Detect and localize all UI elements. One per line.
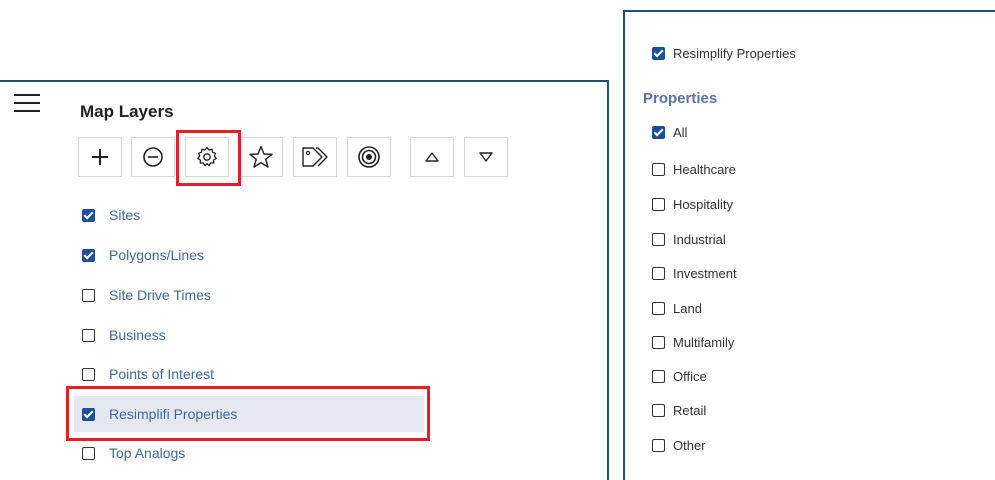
property-checkbox[interactable] [652,301,665,315]
layer-checkbox[interactable] [82,446,95,460]
layer-checkbox[interactable] [82,288,95,302]
move-layer-down-button[interactable] [464,137,508,177]
layer-row[interactable]: Site Drive Times [82,280,211,310]
property-checkbox[interactable] [652,369,665,383]
property-option[interactable]: Multifamily [652,332,734,352]
property-option[interactable]: Land [652,298,702,318]
property-checkbox[interactable] [652,232,665,246]
add-layer-button[interactable] [78,137,122,177]
properties-heading: Properties [643,90,718,107]
resimplify-properties-toggle[interactable]: Resimplify Properties [652,43,796,63]
layer-label: Site Drive Times [109,287,211,303]
property-checkbox[interactable] [652,125,665,139]
property-option[interactable]: Retail [652,400,706,420]
triangle-down-icon [479,152,493,162]
layer-row[interactable]: Polygons/Lines [82,240,204,270]
property-label: Hospitality [673,196,733,212]
layer-label: Sites [109,207,141,223]
target-button[interactable] [347,137,391,177]
tags-icon [302,147,328,167]
star-icon [249,145,273,168]
property-checkbox[interactable] [652,335,665,349]
layer-checkbox[interactable] [82,367,95,381]
move-layer-up-button[interactable] [410,137,454,177]
tags-button[interactable] [293,137,337,177]
property-label: Healthcare [673,161,736,177]
gear-icon [197,146,217,167]
property-label: Retail [673,402,707,418]
property-option[interactable]: Other [652,435,706,455]
layer-label: Top Analogs [109,445,186,461]
remove-layer-button[interactable] [131,137,175,177]
layer-row[interactable]: Top Analogs [82,438,185,468]
property-label: Industrial [673,231,726,247]
property-option[interactable]: Office [652,366,707,386]
layer-checkbox[interactable] [82,328,95,342]
properties-panel: Resimplify Properties Properties All Hea… [623,10,995,480]
property-label: Investment [673,265,737,281]
layer-checkbox[interactable] [82,208,95,222]
layer-settings-button[interactable] [185,137,229,177]
map-layers-panel: Map Layers Sites Polygons/Lines Site Dri… [0,80,609,480]
property-option[interactable]: Healthcare [652,159,736,179]
property-option[interactable]: Industrial [652,229,726,249]
layer-label: Business [109,327,166,343]
property-label: All [673,124,688,140]
property-label: Land [673,300,702,316]
triangle-up-icon [425,152,439,162]
panel-title: Map Layers [80,102,174,121]
property-checkbox[interactable] [652,438,665,452]
layer-label: Resimplifi Properties [109,406,238,422]
menu-icon[interactable] [14,94,40,114]
property-checkbox[interactable] [652,162,665,176]
plus-icon [92,149,108,165]
layer-row[interactable]: Business [82,320,166,350]
property-checkbox[interactable] [652,197,665,211]
layer-row[interactable]: Points of Interest [82,359,214,389]
layer-checkbox[interactable] [82,248,95,262]
property-label: Other [673,437,706,453]
toggle-label: Resimplify Properties [673,45,796,61]
property-option[interactable]: Investment [652,263,737,283]
minus-circle-icon [143,147,163,167]
layer-checkbox[interactable] [82,407,95,421]
property-checkbox[interactable] [652,266,665,280]
property-checkbox[interactable] [652,403,665,417]
property-label: Office [673,368,707,384]
property-option[interactable]: Hospitality [652,194,733,214]
toggle-checkbox[interactable] [652,46,665,60]
layer-row-resimplifi-properties[interactable]: Resimplifi Properties [82,399,237,429]
property-option[interactable]: All [652,122,687,142]
property-label: Multifamily [673,334,735,350]
layer-row[interactable]: Sites [82,200,140,230]
layer-label: Polygons/Lines [109,247,204,263]
target-icon [358,146,380,168]
favorite-button[interactable] [239,137,283,177]
layer-label: Points of Interest [109,366,215,382]
